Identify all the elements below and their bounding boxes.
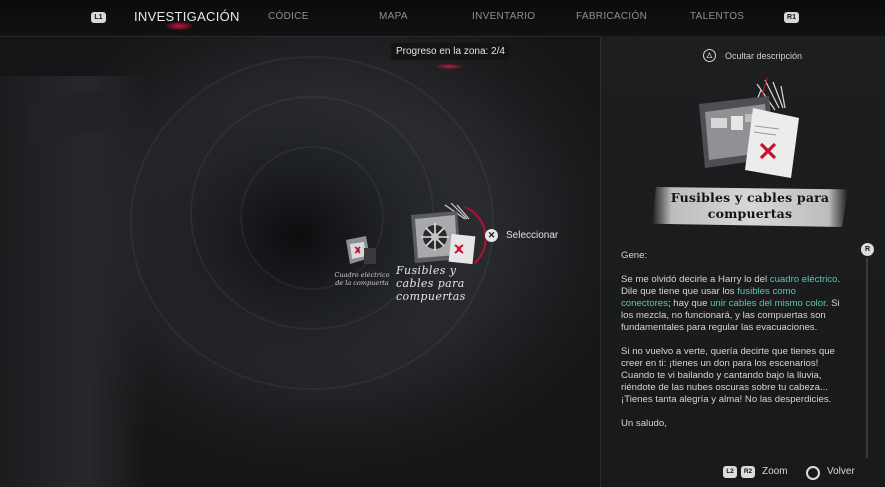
progress-indicator xyxy=(436,64,462,69)
back-label: Volver xyxy=(827,466,855,477)
background-building xyxy=(0,76,150,487)
letter-paragraph-2: Si no vuelvo a verte, quería decirte que… xyxy=(621,346,835,405)
triangle-button-icon[interactable]: △ xyxy=(703,49,716,62)
r2-button[interactable]: R2 xyxy=(741,466,755,478)
r1-button[interactable]: R1 xyxy=(784,12,799,23)
tab-inventario[interactable]: INVENTARIO xyxy=(472,11,535,22)
active-tab-indicator xyxy=(166,22,192,30)
top-navigation-bar: L1 INVESTIGACIÓN CÓDICE MAPA INVENTARIO … xyxy=(0,0,885,37)
keyword-unir-cables: unir cables del mismo color xyxy=(710,298,826,309)
right-stick-scroll-icon[interactable]: R xyxy=(861,243,874,256)
fuses-cables-evidence-icon[interactable] xyxy=(405,203,495,273)
hide-description-label: Ocultar descripción xyxy=(725,50,803,61)
select-label: Seleccionar xyxy=(506,230,559,241)
l1-button[interactable]: L1 xyxy=(91,12,106,23)
cross-button-icon[interactable]: ✕ xyxy=(485,229,498,242)
selected-evidence-label: Fusibles y cables para compuertas xyxy=(396,264,466,303)
electrical-box-evidence-icon[interactable] xyxy=(340,234,380,270)
tab-codice[interactable]: CÓDICE xyxy=(268,11,309,22)
description-scrollbar[interactable] xyxy=(866,258,868,458)
keyword-cuadro-electrico: cuadro eléctrico xyxy=(769,274,838,285)
investigation-board-background xyxy=(0,36,600,487)
letter-greeting: Gene: xyxy=(621,250,648,261)
small-evidence-label: Cuadro eléctrico de la compuerta xyxy=(334,271,390,287)
circle-button-icon[interactable] xyxy=(806,466,820,480)
tab-talentos[interactable]: TALENTOS xyxy=(690,11,744,22)
tab-investigacion[interactable]: INVESTIGACIÓN xyxy=(134,9,240,24)
fuses-cables-item-image xyxy=(699,78,799,178)
l2-button[interactable]: L2 xyxy=(723,466,737,478)
select-prompt[interactable]: ✕ Seleccionar xyxy=(485,229,558,242)
text-span: Se me olvidó decirle a Harry lo del xyxy=(621,274,770,285)
zone-progress: Progreso en la zona: 2/4 xyxy=(391,43,510,60)
hide-description-prompt[interactable]: △ Ocultar descripción xyxy=(703,49,802,62)
text-span: ; hay que xyxy=(667,298,711,309)
letter-closing: Un saludo, xyxy=(621,418,667,429)
tab-fabricacion[interactable]: FABRICACIÓN xyxy=(576,11,647,22)
item-title: Fusibles y cables para compuertas xyxy=(670,190,830,221)
zoom-label: Zoom xyxy=(762,466,788,477)
letter-paragraph-1: Se me olvidó decirle a Harry lo del cuad… xyxy=(621,274,843,334)
tab-mapa[interactable]: MAPA xyxy=(379,11,408,22)
item-description: Gene: Se me olvidó decirle a Harry lo de… xyxy=(621,250,843,430)
